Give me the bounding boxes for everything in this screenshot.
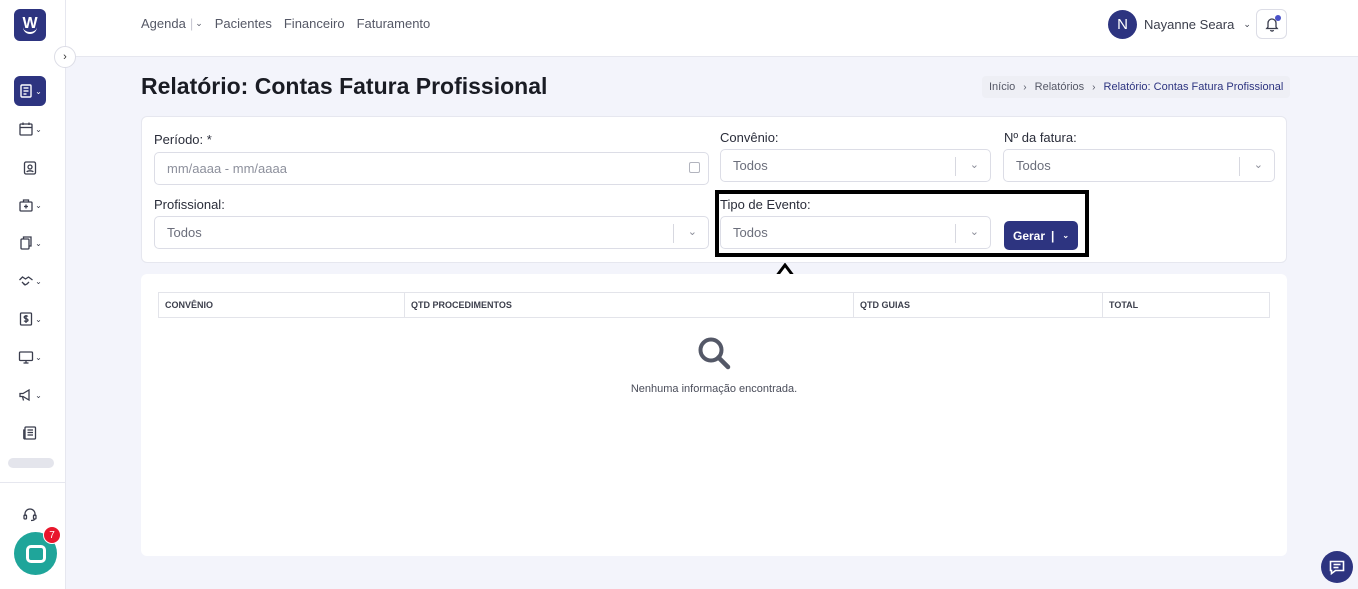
sidebar-item-calendar[interactable]: ⌄ [14,114,46,144]
convenio-label: Convênio: [720,130,779,145]
main-nav: Agenda | ⌄ Pacientes Financeiro Faturame… [141,16,442,31]
nav-agenda[interactable]: Agenda [141,16,186,31]
megaphone-icon [19,388,30,402]
reports-icon [20,84,32,98]
column-header-qtd-guias[interactable]: QTD GUIAS [854,293,1103,317]
periodo-placeholder: mm/aaaa - mm/aaaa [167,161,287,176]
breadcrumb-reports[interactable]: Relatórios [1035,81,1085,93]
table-header: CONVÊNIO QTD PROCEDIMENTOS QTD GUIAS TOT… [158,292,1270,318]
column-header-convenio[interactable]: CONVÊNIO [159,293,405,317]
filters-card: Período: * mm/aaaa - mm/aaaa Convênio: T… [141,116,1287,263]
chevron-down-icon: ⌄ [1243,19,1251,29]
chevron-down-icon[interactable]: ⌄ [195,18,203,29]
notification-dot [1275,15,1281,21]
chevron-down-icon: ⌄ [35,238,42,248]
convenio-value: Todos [733,158,768,173]
periodo-input[interactable]: mm/aaaa - mm/aaaa [154,152,709,185]
column-header-qtd-procedimentos[interactable]: QTD PROCEDIMENTOS [405,293,854,317]
chat-icon [25,544,46,563]
chevron-down-icon: ⌄ [687,226,697,238]
profissional-value: Todos [167,225,202,240]
message-icon [1329,560,1345,576]
chat-notification-badge: 7 [43,526,61,544]
sidebar-item-patients[interactable] [14,153,46,183]
results-card: CONVÊNIO QTD PROCEDIMENTOS QTD GUIAS TOT… [141,274,1287,556]
sidebar-item-news[interactable] [14,418,46,448]
fatura-select[interactable]: Todos ⌄ [1003,149,1275,182]
sidebar-item-documents[interactable]: ⌄ [14,228,46,258]
profissional-select[interactable]: Todos ⌄ [154,216,709,249]
news-icon [23,426,37,440]
breadcrumb: Início › Relatórios › Relatório: Contas … [982,76,1291,98]
patient-icon [23,161,37,175]
chevron-down-icon: ⌄ [35,200,42,210]
fatura-label: Nº da fatura: [1004,130,1077,145]
sidebar-item-marketing[interactable]: ⌄ [14,380,46,410]
chevron-down-icon: ⌄ [35,86,42,96]
billing-icon [19,312,33,326]
chevron-down-icon: ⌄ [35,314,42,324]
monitor-icon [18,351,34,364]
search-icon [698,337,731,370]
chevron-down-icon: ⌄ [35,390,42,400]
calendar-icon [19,122,33,136]
user-name: Nayanne Seara [1144,17,1235,32]
chevron-right-icon: › [1023,81,1027,93]
sidebar-item-monitor[interactable]: ⌄ [14,342,46,372]
sidebar-scrollbar[interactable] [8,458,54,468]
page-title: Relatório: Contas Fatura Profissional [141,73,548,99]
fatura-value: Todos [1016,158,1051,173]
convenio-select[interactable]: Todos ⌄ [720,149,991,182]
avatar: N [1108,10,1137,39]
top-navbar: Agenda | ⌄ Pacientes Financeiro Faturame… [66,0,1358,57]
chevron-down-icon: ⌄ [969,159,979,171]
medical-bag-icon [19,199,33,212]
chevron-down-icon: ⌄ [35,276,42,286]
breadcrumb-home[interactable]: Início [989,81,1015,93]
app-logo[interactable]: W [14,9,46,41]
select-divider [955,157,956,176]
chevron-down-icon: ⌄ [35,352,42,362]
sidebar-item-medical[interactable]: ⌄ [14,190,46,220]
sidebar-item-billing[interactable]: ⌄ [14,304,46,334]
headset-icon [23,508,37,522]
chevron-right-icon: › [1092,81,1096,93]
nav-financeiro[interactable]: Financeiro [284,16,345,31]
sidebar-divider [0,482,66,483]
sidebar-item-reports[interactable]: ⌄ [14,76,46,106]
logo-smile-icon [23,27,37,34]
periodo-label: Período: * [154,132,212,147]
sidebar: W ⌄ ⌄ ⌄ ⌄ ⌄ ⌄ ⌄ ⌄ [0,0,66,589]
handshake-icon [19,276,34,286]
breadcrumb-current: Relatório: Contas Fatura Profissional [1103,81,1284,93]
nav-pacientes[interactable]: Pacientes [215,16,272,31]
user-menu[interactable]: N Nayanne Seara ⌄ [1108,10,1251,39]
nav-faturamento[interactable]: Faturamento [357,16,431,31]
profissional-label: Profissional: [154,197,225,212]
sidebar-item-support[interactable] [14,499,46,529]
column-header-total[interactable]: TOTAL [1103,293,1269,317]
sidebar-item-agreements[interactable]: ⌄ [14,266,46,296]
notifications-button[interactable] [1256,9,1287,39]
empty-state-message: Nenhuma informação encontrada. [630,383,798,395]
nav-separator: | [189,16,194,31]
chevron-down-icon: ⌄ [1253,159,1263,171]
documents-icon [20,236,32,250]
sidebar-toggle-button[interactable]: › [54,46,76,68]
chevron-down-icon: ⌄ [35,124,42,134]
highlight-box [715,190,1089,257]
help-chat-button[interactable] [1321,551,1353,583]
select-divider [673,224,674,243]
calendar-icon [689,162,700,173]
select-divider [1239,157,1240,176]
